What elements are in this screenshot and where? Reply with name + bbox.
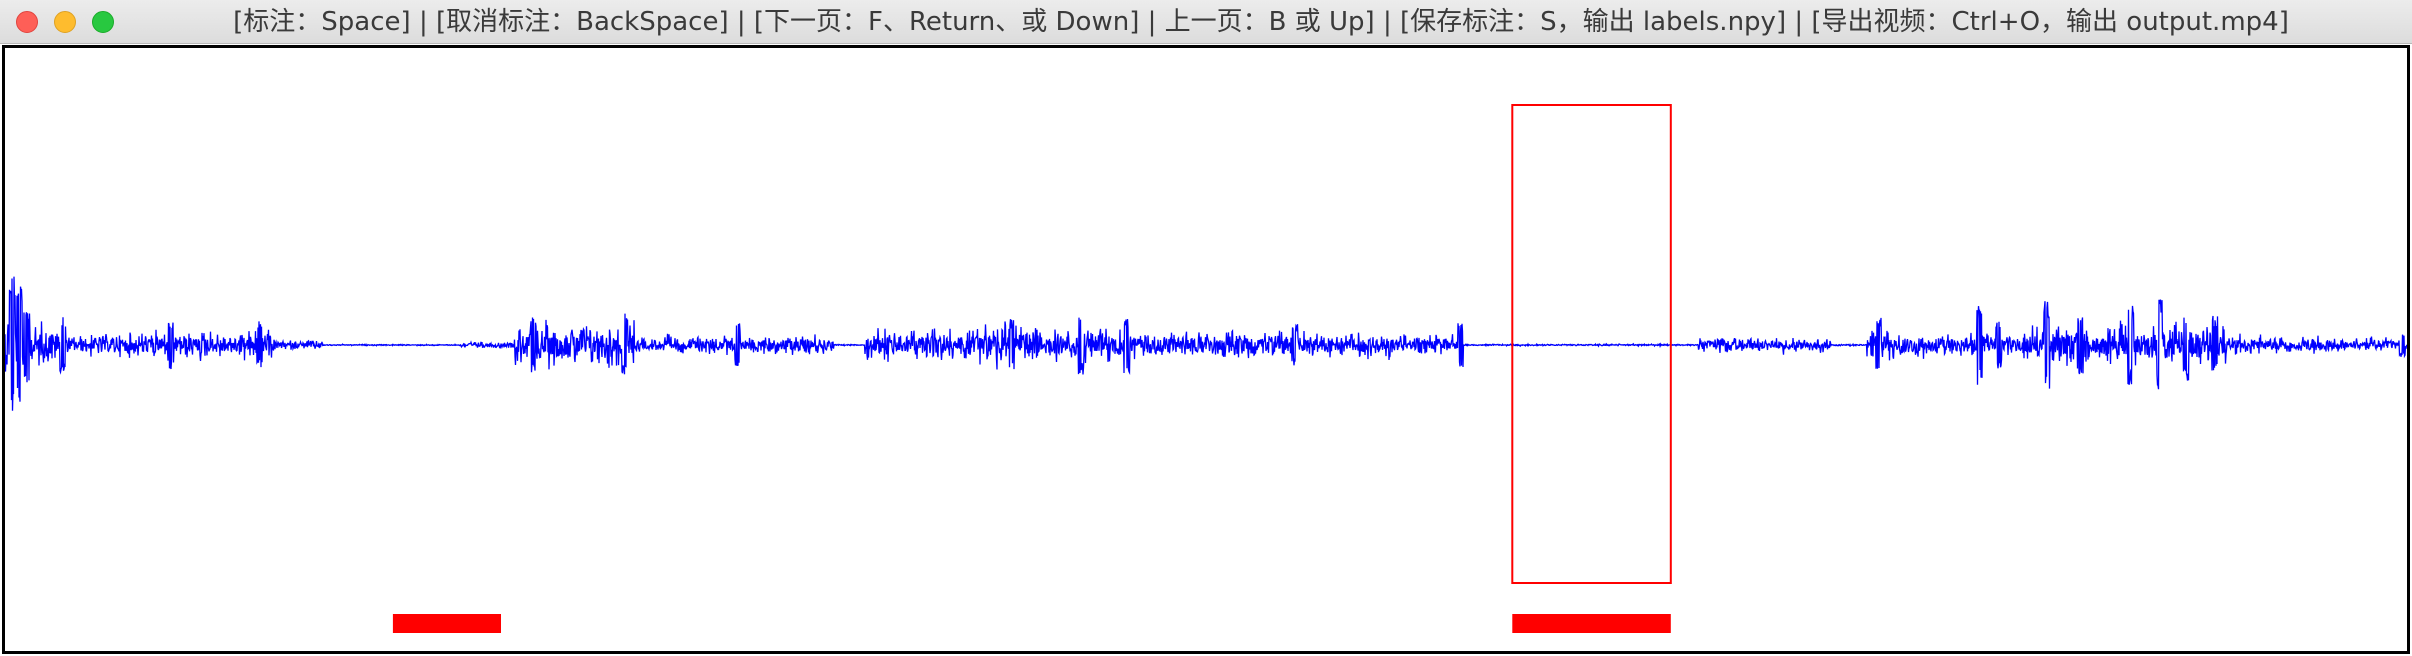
close-icon[interactable] bbox=[16, 11, 38, 33]
annotation-layer bbox=[392, 104, 1672, 633]
waveform-trace bbox=[5, 276, 2407, 411]
waveform-layer bbox=[5, 276, 2407, 411]
annotation-window: [标注：Space] | [取消标注：BackSpace] | [下一页：F、R… bbox=[0, 0, 2412, 656]
waveform-canvas[interactable] bbox=[2, 45, 2410, 654]
label-marker-2 bbox=[1512, 614, 1671, 633]
zoom-icon[interactable] bbox=[92, 11, 114, 33]
title-bar[interactable]: [标注：Space] | [取消标注：BackSpace] | [下一页：F、R… bbox=[0, 0, 2412, 44]
window-title: [标注：Space] | [取消标注：BackSpace] | [下一页：F、R… bbox=[233, 7, 2289, 37]
minimize-icon[interactable] bbox=[54, 11, 76, 33]
waveform-plot[interactable] bbox=[5, 48, 2407, 651]
label-marker-1 bbox=[392, 614, 501, 633]
